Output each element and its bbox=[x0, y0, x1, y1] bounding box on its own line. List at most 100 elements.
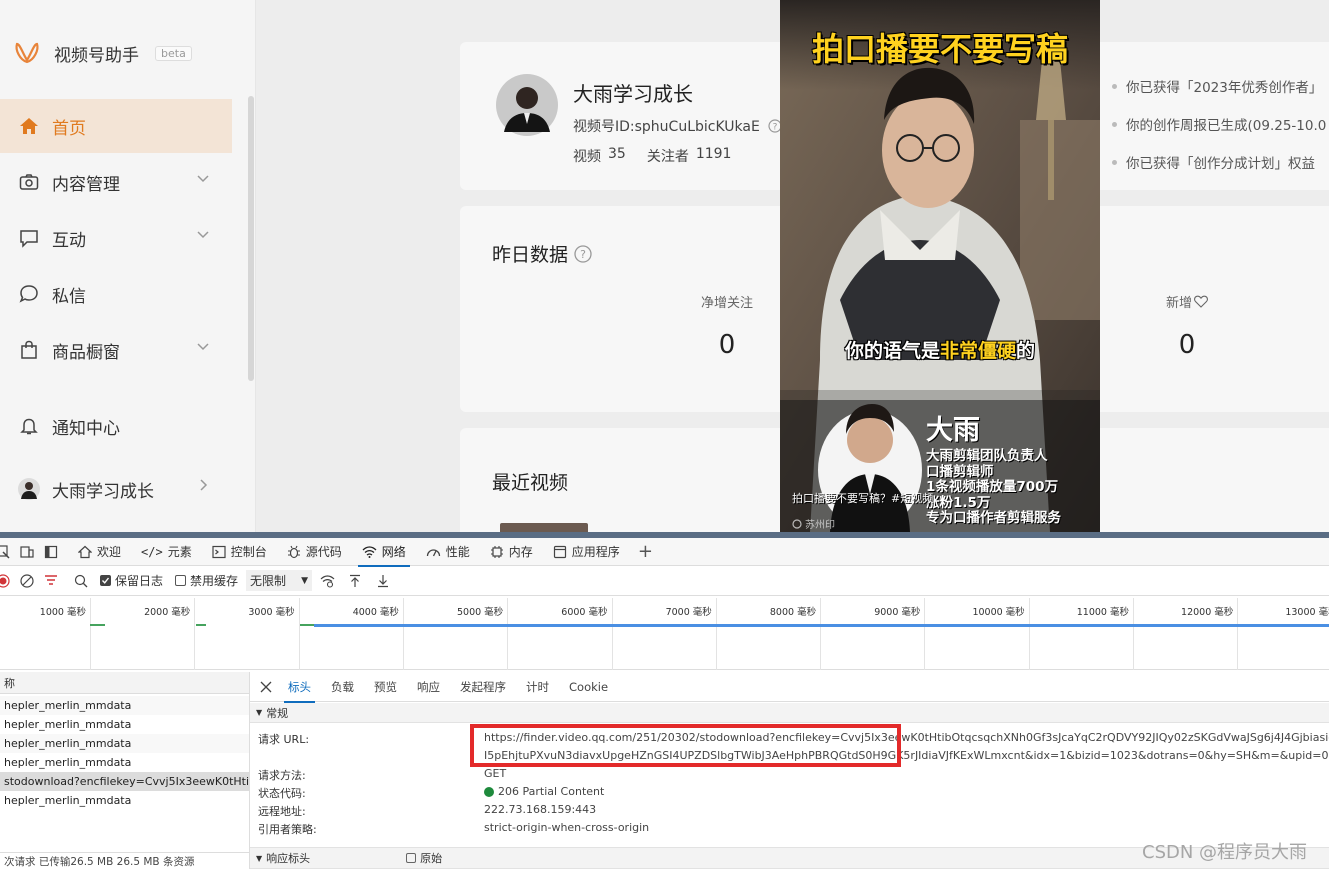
tab-application[interactable]: 应用程序 bbox=[543, 538, 630, 566]
sidebar-item-home[interactable]: 首页 bbox=[0, 99, 232, 153]
raw-checkbox[interactable]: 原始 bbox=[406, 850, 442, 866]
tab-label: 欢迎 bbox=[97, 545, 122, 559]
profile-id-row: 视频号ID:sphuCuLbicKUkaE ? bbox=[573, 116, 782, 136]
tab-headers[interactable]: 标头 bbox=[278, 672, 321, 703]
tab-label: 内存 bbox=[508, 545, 533, 559]
sidebar-item-content[interactable]: 内容管理 bbox=[0, 155, 232, 209]
home-icon bbox=[78, 545, 92, 558]
video-thumbnail[interactable] bbox=[500, 523, 588, 532]
tab-memory[interactable]: 内存 bbox=[480, 538, 543, 566]
section-title: 响应标头 bbox=[266, 852, 311, 865]
checkbox-label: 保留日志 bbox=[115, 574, 164, 588]
preserve-log-checkbox[interactable]: 保留日志 bbox=[100, 572, 163, 589]
videos-label: 视频 bbox=[573, 149, 601, 165]
network-status-bar: 次请求 已传输26.5 MB 26.5 MB 条资源 bbox=[0, 852, 249, 869]
heart-icon bbox=[1194, 295, 1208, 308]
new-like-value: 0 bbox=[1178, 330, 1196, 360]
search-icon[interactable] bbox=[74, 574, 88, 588]
tab-cookie[interactable]: Cookie bbox=[559, 672, 618, 702]
import-har-icon[interactable] bbox=[349, 574, 361, 588]
notice-item[interactable]: 你的创作周报已生成(09.25-10.0 bbox=[1112, 114, 1326, 134]
app-name: 视频号助手 bbox=[54, 45, 139, 66]
network-timeline[interactable]: 1000 毫秒 2000 毫秒 3000 毫秒 4000 毫秒 5000 毫秒 6000 … bbox=[0, 598, 1329, 670]
disable-cache-checkbox[interactable]: 禁用缓存 bbox=[175, 572, 238, 589]
sidebar-item-notifications[interactable]: 通知中心 bbox=[0, 399, 232, 453]
request-row[interactable]: hepler_merlin_mmdata bbox=[0, 715, 249, 734]
request-row[interactable]: hepler_merlin_mmdata bbox=[0, 753, 249, 772]
shopping-bag-icon bbox=[18, 339, 40, 361]
timeline-tick-label: 3000 毫秒 bbox=[248, 607, 295, 618]
request-row[interactable]: hepler_merlin_mmdata bbox=[0, 734, 249, 753]
sidebar-scrollbar[interactable] bbox=[248, 96, 254, 381]
general-section-header[interactable]: ▼ 常规 bbox=[250, 703, 1329, 723]
sidebar-item-messages[interactable]: 私信 bbox=[0, 267, 232, 321]
network-conditions-icon[interactable] bbox=[320, 574, 335, 588]
timeline-bar bbox=[300, 624, 314, 626]
tab-payload[interactable]: 负载 bbox=[321, 672, 364, 702]
tab-performance[interactable]: 性能 bbox=[416, 538, 480, 566]
timeline-tick-label: 10000 毫秒 bbox=[972, 607, 1025, 618]
add-tab-icon[interactable]: + bbox=[630, 541, 661, 562]
net-follow-value: 0 bbox=[718, 330, 736, 360]
console-icon bbox=[212, 545, 226, 558]
sidebar-item-interaction[interactable]: 互动 bbox=[0, 211, 232, 265]
inspect-icon[interactable] bbox=[0, 544, 10, 559]
chevron-down-icon bbox=[197, 343, 209, 351]
message-bubble-icon bbox=[18, 283, 40, 305]
video-player[interactable]: 拍口播要不要写稿 你的语气是非常僵硬的 大雨 大雨剪辑团队负责人 口播剪辑师 1… bbox=[780, 0, 1100, 532]
subtitle-part: 你的语气是 bbox=[844, 340, 940, 362]
video-title: 拍口播要不要写稿 bbox=[811, 30, 1068, 68]
status-code: 206 Partial Content bbox=[484, 785, 604, 798]
home-icon bbox=[18, 115, 40, 137]
followers-count: 1191 bbox=[695, 146, 732, 162]
tab-preview[interactable]: 预览 bbox=[364, 672, 407, 702]
tab-label: 网络 bbox=[381, 545, 406, 559]
timeline-gridline bbox=[90, 598, 91, 670]
tab-network[interactable]: 网络 bbox=[352, 538, 416, 567]
device-emulation-icon[interactable] bbox=[20, 545, 34, 559]
timeline-tick-label: 6000 毫秒 bbox=[561, 607, 608, 618]
help-icon[interactable]: ? bbox=[574, 244, 592, 263]
timeline-tick-label: 11000 毫秒 bbox=[1076, 607, 1129, 618]
channel-id: 视频号ID:sphuCuLbicKUkaE bbox=[573, 119, 760, 135]
sidebar-item-shop[interactable]: 商品橱窗 bbox=[0, 323, 232, 377]
sidebar-item-account[interactable]: 大雨学习成长 bbox=[0, 462, 232, 516]
close-icon[interactable] bbox=[260, 681, 272, 693]
request-row[interactable]: hepler_merlin_mmdata bbox=[0, 791, 249, 810]
sidebar-toggle-icon[interactable] bbox=[44, 545, 58, 559]
request-row[interactable]: hepler_merlin_mmdata bbox=[0, 696, 249, 715]
timeline-gridline bbox=[507, 598, 509, 670]
timeline-tick-label: 7000 毫秒 bbox=[665, 607, 712, 618]
notice-item[interactable]: 你已获得「创作分成计划」权益 bbox=[1112, 152, 1315, 172]
net-follow-label: 净增关注 bbox=[700, 296, 753, 311]
record-icon[interactable] bbox=[0, 573, 10, 588]
tab-console[interactable]: 控制台 bbox=[202, 538, 277, 566]
tab-elements[interactable]: </> 元素 bbox=[131, 538, 202, 566]
svg-text:?: ? bbox=[580, 248, 586, 261]
person-name: 大雨 bbox=[926, 415, 980, 446]
throttle-select[interactable]: 无限制 ▼ bbox=[246, 570, 313, 591]
app-window: 视频号助手 beta 首页 内容管理 互动 私信 商品橱窗 通知中心 大雨学习成… bbox=[0, 0, 1329, 532]
clear-icon[interactable] bbox=[20, 573, 34, 588]
request-row-selected[interactable]: stodownload?encfilekey=Cvvj5Ix3eewK0tHti… bbox=[0, 772, 249, 791]
new-like-label-row: 新增 bbox=[1150, 292, 1224, 311]
header-key: 请求 URL: bbox=[258, 733, 310, 746]
tab-timing[interactable]: 计时 bbox=[516, 672, 559, 702]
timeline-tick-label: 9000 毫秒 bbox=[874, 607, 921, 618]
tab-initiator[interactable]: 发起程序 bbox=[450, 672, 516, 702]
header-key: 请求方法: bbox=[258, 769, 306, 782]
header-key: 引用者策略: bbox=[258, 823, 317, 836]
notice-item[interactable]: 你已获得「2023年优秀创作者」 bbox=[1112, 76, 1322, 96]
tab-welcome[interactable]: 欢迎 bbox=[68, 538, 131, 566]
bio-line: 口播剪辑师 bbox=[926, 463, 994, 480]
beta-badge: beta bbox=[155, 45, 192, 61]
filter-icon[interactable] bbox=[44, 574, 58, 588]
header-value: GET bbox=[484, 767, 507, 780]
timeline-gridline bbox=[298, 598, 300, 670]
timeline-tick-label: 1000 毫秒 bbox=[39, 607, 86, 618]
tab-label: 性能 bbox=[445, 545, 470, 559]
header-value: strict-origin-when-cross-origin bbox=[484, 821, 650, 834]
tab-sources[interactable]: 源代码 bbox=[277, 538, 352, 566]
tab-response[interactable]: 响应 bbox=[407, 672, 450, 702]
export-har-icon[interactable] bbox=[377, 574, 389, 588]
